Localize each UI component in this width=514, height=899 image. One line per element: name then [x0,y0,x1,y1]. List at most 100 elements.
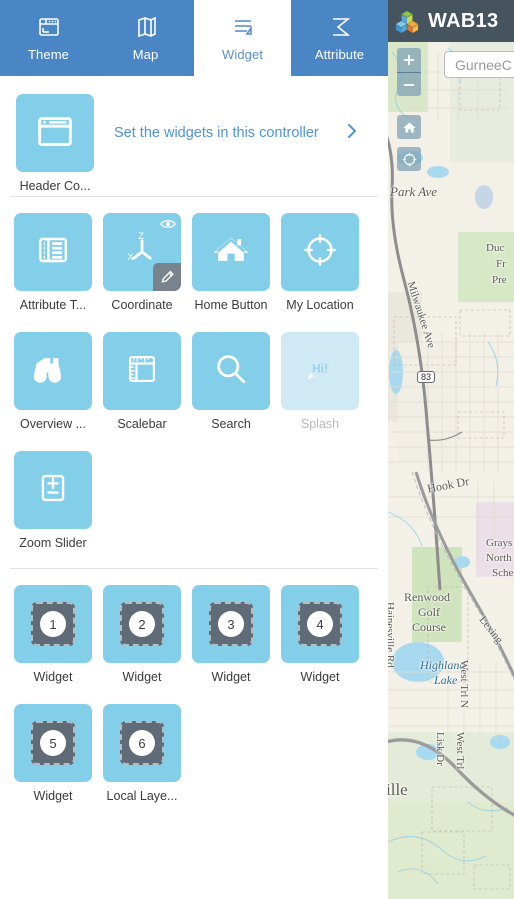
widget-tile-box[interactable] [14,451,92,529]
edit-pencil-icon[interactable] [153,263,181,291]
binoculars-icon [31,347,75,396]
placeholder-number: 6 [129,730,155,756]
widget-config-panel: Theme Map Widget Attribute Header Co... … [0,0,388,899]
svg-text:Z: Z [138,231,144,241]
chevron-right-icon [344,123,360,144]
widget-tile-home-button[interactable]: Home Button [192,213,270,312]
widget-tile-scalebar[interactable]: Scalebar [103,332,181,431]
widget-tile-label: Widget [33,789,73,803]
widget-tile-label: Search [211,417,251,431]
widget-placeholder-6-local-layer[interactable]: 6 Local Laye... [103,704,181,803]
widget-tile-label: Scalebar [117,417,167,431]
widget-placeholder-3[interactable]: 3 Widget [192,585,270,684]
widget-tile-coordinate[interactable]: Z X Coordinate [103,213,181,312]
widget-tile-label: Widget [33,670,73,684]
widget-tile-label: Widget [211,670,251,684]
app-header-bar: WAB13 [388,0,514,42]
widget-tile-box[interactable] [14,332,92,410]
widget-tile-box[interactable] [192,213,270,291]
widget-placeholder-4[interactable]: 4 Widget [281,585,359,684]
zoom-slider-icon [31,466,75,515]
map-search-placeholder: GurneeC [455,56,512,73]
theme-icon [34,15,64,41]
widget-icon [228,15,258,41]
placeholder-slot-icon: 4 [298,602,342,646]
placeholder-number: 3 [218,611,244,637]
home-button[interactable] [397,115,421,139]
widget-tile-label: Coordinate [111,298,173,312]
map-search-input[interactable]: GurneeC [444,51,514,78]
widget-placeholder-5[interactable]: 5 Widget [14,704,92,803]
builder-tab-bar: Theme Map Widget Attribute [0,0,388,76]
placeholder-number: 1 [40,611,66,637]
map-preview-panel: WAB13 GurneeC Park Ave Milwaukee Ave Duc… [388,0,514,899]
eye-icon[interactable] [160,217,176,229]
widget-tile-label: My Location [286,298,354,312]
widget-tile-box[interactable]: 4 [281,585,359,663]
header-controller-tile-box[interactable] [16,94,94,172]
header-controller-label: Header Co... [19,179,91,193]
set-widgets-link[interactable]: Set the widgets in this controller [114,94,372,172]
header-controller-tile[interactable]: Header Co... [16,94,94,193]
widget-tile-label: Attribute T... [19,298,87,312]
tab-map[interactable]: Map [97,0,194,76]
widget-tile-label: Home Button [194,298,268,312]
widget-tile-box[interactable] [192,332,270,410]
locate-button[interactable] [397,147,421,171]
map-viewport[interactable]: GurneeC Park Ave Milwaukee Ave Duc Fr Pr… [388,42,514,899]
widget-tile-box[interactable]: Hi! [281,332,359,410]
widget-tile-box[interactable]: 1 [14,585,92,663]
widget-tile-search[interactable]: Search [192,332,270,431]
widget-tile-overview-map[interactable]: Overview ... [14,332,92,431]
placeholder-slot-icon: 1 [31,602,75,646]
widget-tile-box[interactable]: 5 [14,704,92,782]
widget-tile-box[interactable] [14,213,92,291]
placeholder-slot-icon: 2 [120,602,164,646]
widget-tile-box[interactable]: 3 [192,585,270,663]
placeholder-slot-icon: 3 [209,602,253,646]
header-controller-section: Header Co... Set the widgets in this con… [0,76,388,196]
widget-tile-zoom-slider[interactable]: Zoom Slider [14,451,92,550]
widget-placeholder-1[interactable]: 1 Widget [14,585,92,684]
tab-label-widget: Widget [221,46,264,62]
widget-tile-box[interactable]: 6 [103,704,181,782]
set-widgets-link-text: Set the widgets in this controller [114,125,319,141]
three-cubes-logo [394,8,420,34]
browser-window-icon [32,108,78,159]
widget-placeholder-2[interactable]: 2 Widget [103,585,181,684]
widget-tile-label: Local Laye... [106,789,178,803]
attribute-icon [325,15,355,41]
zoom-in-button[interactable] [397,48,421,72]
zoom-out-button[interactable] [397,72,421,96]
home-icon [209,228,253,277]
tab-label-map: Map [132,46,159,62]
placeholder-number: 2 [129,611,155,637]
widget-tile-box[interactable]: 2 [103,585,181,663]
widget-tile-box[interactable] [281,213,359,291]
map-icon [131,15,161,41]
widget-tile-label: Overview ... [20,417,86,431]
placeholder-number: 5 [40,730,66,756]
svg-text:Hi!: Hi! [312,361,328,375]
tab-widget[interactable]: Widget [194,0,291,76]
widget-tile-splash[interactable]: Hi! Splash [281,332,359,431]
scalebar-icon [120,347,164,396]
magnifier-icon [209,347,253,396]
widget-tile-label: Splash [300,417,340,431]
widget-tile-box[interactable]: Z X [103,213,181,291]
widget-tile-box[interactable] [103,332,181,410]
tab-theme[interactable]: Theme [0,0,97,76]
highway-shield-83: 83 [417,371,436,383]
placeholder-number: 4 [307,611,333,637]
widget-grid-primary: Attribute T... Z X Coordinate Home Butto… [0,197,388,558]
tab-attribute[interactable]: Attribute [291,0,388,76]
widget-tile-label: Zoom Slider [19,536,87,550]
placeholder-slot-icon: 6 [120,721,164,765]
widget-tile-my-location[interactable]: My Location [281,213,359,312]
widget-tile-attribute-table[interactable]: Attribute T... [14,213,92,312]
widget-grid-placeholders: 1 Widget 2 Widget 3 Widget 4 Widget 5 Wi… [0,569,388,811]
app-title: WAB13 [428,9,499,32]
widget-tile-label: Widget [122,670,162,684]
tab-label-attribute: Attribute [314,46,365,62]
svg-text:X: X [127,252,133,262]
